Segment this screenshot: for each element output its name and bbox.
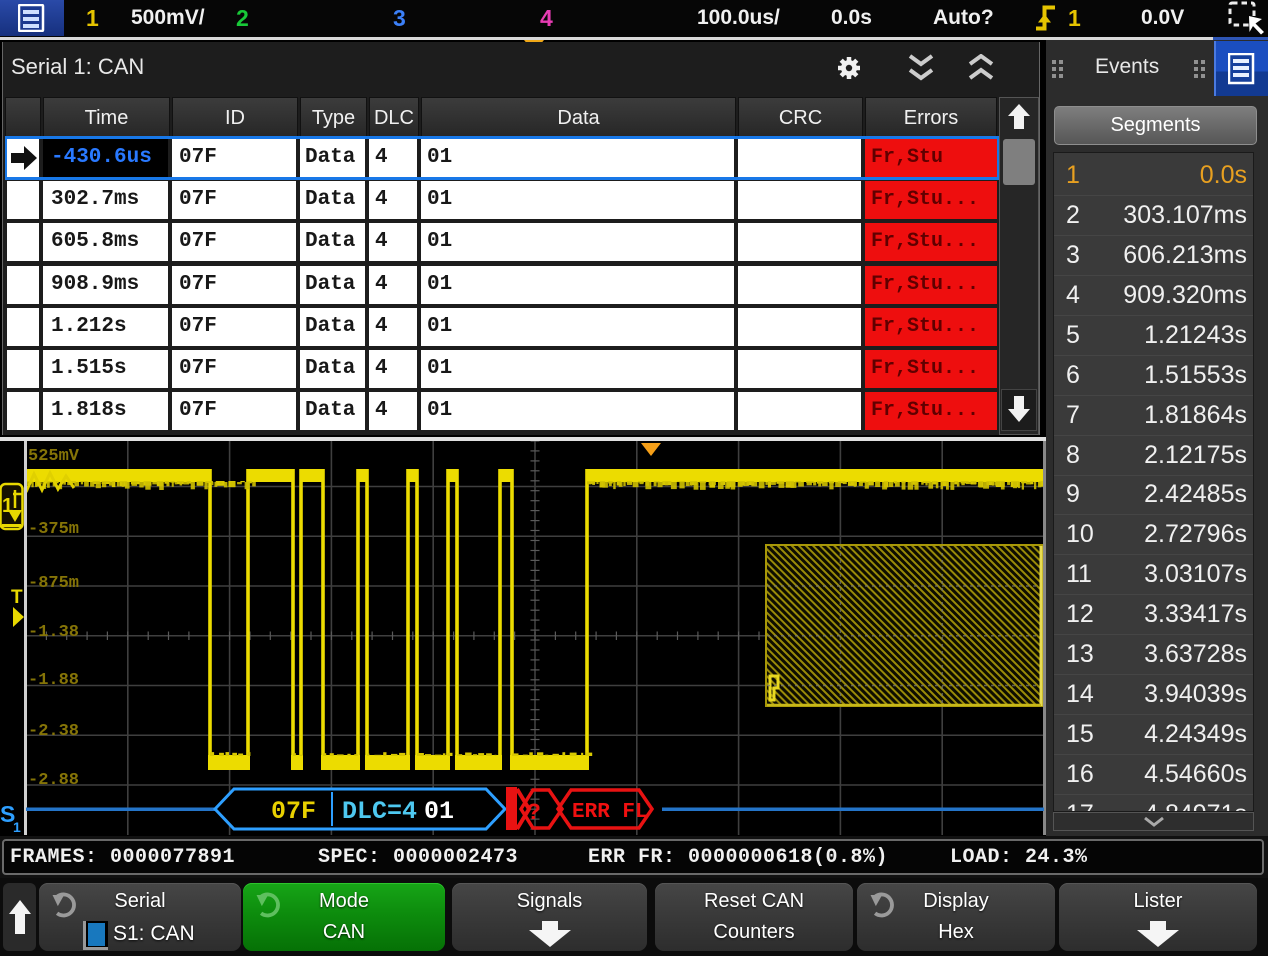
svg-text:-375m: -375m (28, 520, 79, 539)
svg-text:ERR FL: ERR FL (572, 801, 648, 824)
svg-text:-2.38: -2.38 (28, 722, 79, 741)
svg-text:07F: 07F (271, 797, 316, 826)
svg-text:-2.88: -2.88 (28, 771, 79, 790)
svg-text:?: ? (527, 800, 541, 826)
svg-text:-875m: -875m (28, 574, 79, 593)
svg-text:525mV: 525mV (28, 447, 80, 466)
svg-text:1: 1 (13, 819, 21, 835)
svg-text:-1.88: -1.88 (28, 671, 79, 690)
svg-text:DLC=4: DLC=4 (342, 797, 417, 826)
svg-text:01: 01 (424, 797, 454, 826)
svg-text:-1.38: -1.38 (28, 623, 79, 642)
svg-text:T: T (11, 587, 23, 608)
